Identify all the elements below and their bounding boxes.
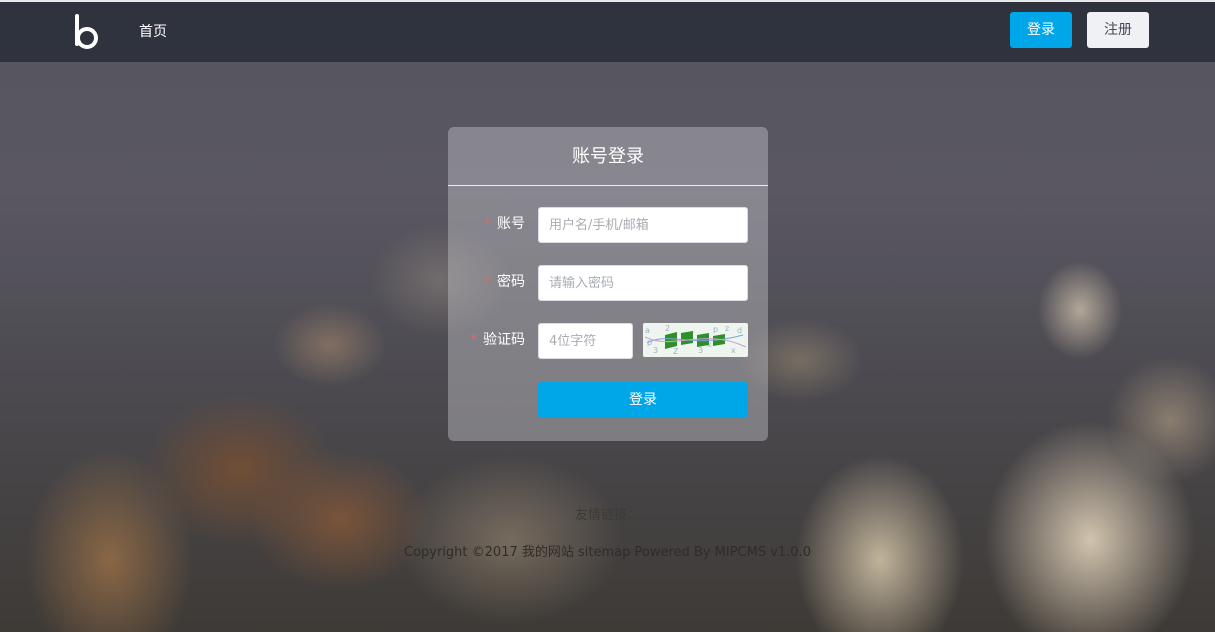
- captcha-label: * 验证码: [470, 330, 525, 350]
- password-input[interactable]: [538, 265, 748, 301]
- header-login-button[interactable]: 登录: [1010, 12, 1072, 48]
- login-panel: 账号登录 *账号 *密码 *验证码 a32 Z3p zdx pk: [448, 127, 768, 441]
- password-label-text: 密码: [497, 274, 525, 290]
- account-label-text: 账号: [497, 216, 525, 232]
- svg-text:p: p: [713, 325, 718, 334]
- required-asterisk: *: [484, 274, 491, 290]
- header-register-button[interactable]: 注册: [1087, 12, 1149, 48]
- svg-text:2: 2: [665, 324, 670, 333]
- svg-text:z: z: [725, 324, 729, 333]
- account-label: * 账号: [484, 214, 525, 234]
- password-label: * 密码: [484, 272, 525, 292]
- nav-home-link[interactable]: 首页: [139, 22, 167, 42]
- captcha-input[interactable]: [538, 323, 633, 359]
- svg-text:d: d: [737, 326, 742, 335]
- svg-text:3: 3: [698, 346, 703, 355]
- top-navbar: 首页 登录 注册: [0, 0, 1215, 62]
- required-asterisk: *: [470, 332, 477, 348]
- login-panel-title: 账号登录: [448, 127, 768, 186]
- required-asterisk: *: [484, 216, 491, 232]
- svg-text:3: 3: [653, 346, 658, 355]
- copyright-text: Copyright ©2017 我的网站 sitemap Powered By …: [404, 545, 811, 560]
- friend-links-label: 友情链接：: [574, 508, 640, 523]
- login-page: 首页 登录 注册 账号登录 *账号 *密码 *验证码 a32 Z3p zdx p…: [0, 0, 1215, 632]
- b-logo-icon[interactable]: [72, 14, 102, 50]
- captcha-image[interactable]: a32 Z3p zdx pk: [643, 323, 748, 357]
- svg-text:a: a: [645, 326, 650, 335]
- svg-text:Z: Z: [673, 347, 679, 356]
- login-submit-button[interactable]: 登录: [538, 382, 748, 418]
- svg-text:x: x: [731, 346, 736, 355]
- captcha-label-text: 验证码: [483, 332, 525, 348]
- account-input[interactable]: [538, 207, 748, 243]
